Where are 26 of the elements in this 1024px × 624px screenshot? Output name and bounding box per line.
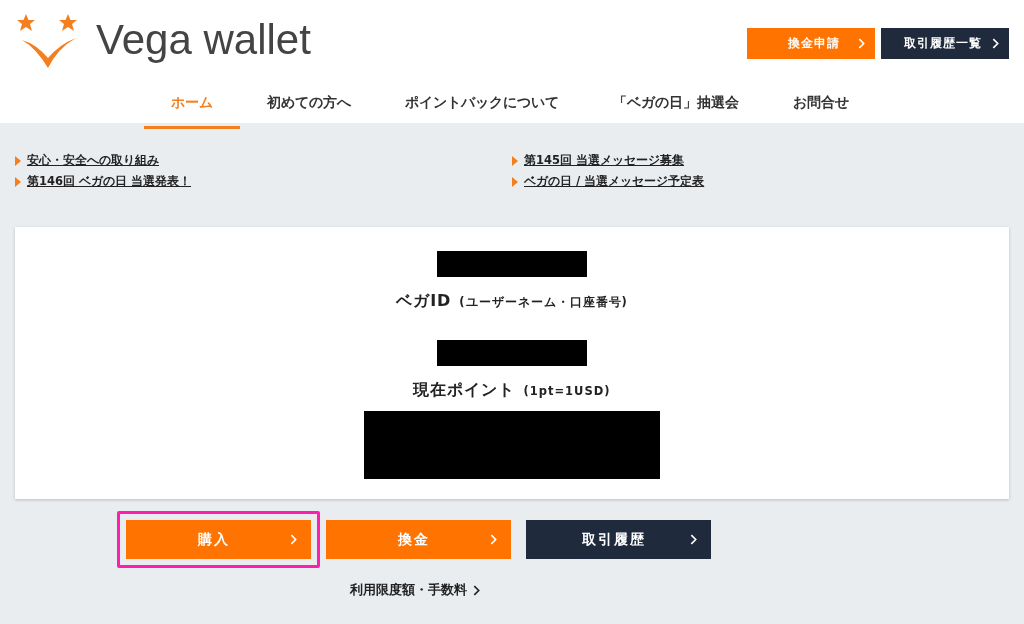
chevron-icon <box>290 534 297 545</box>
id-note: (ユーザーネーム・口座番号) <box>459 295 628 310</box>
nav-tab[interactable]: ポイントバックについて <box>378 86 586 129</box>
chevron-icon <box>690 534 697 545</box>
chevron-icon <box>992 38 999 49</box>
news-link[interactable]: ベガの日 / 当選メッセージ予定表 <box>524 174 705 189</box>
nav-tab[interactable]: 初めての方へ <box>240 86 378 129</box>
logo-text: Vega wallet <box>96 16 311 64</box>
points-label: 現在ポイント <box>413 380 516 401</box>
chevron-icon <box>490 534 497 545</box>
fees-link[interactable]: 利用限度額・手数料 <box>305 582 525 599</box>
triangle-icon <box>15 155 21 166</box>
triangle-icon <box>512 155 518 166</box>
action-button[interactable]: 取引履歴 <box>526 520 711 559</box>
points-note: (1pt=1USD) <box>523 384 611 398</box>
news-link[interactable]: 第145回 当選メッセージ募集 <box>524 153 684 168</box>
chevron-icon <box>473 585 480 596</box>
chevron-icon <box>858 38 865 49</box>
news-link[interactable]: 安心・安全への取り組み <box>27 153 159 168</box>
id-label: ベガID <box>396 291 452 312</box>
triangle-icon <box>15 176 21 187</box>
nav-tab[interactable]: 「ベガの日」抽選会 <box>586 86 766 129</box>
header-button[interactable]: 取引履歴一覧 <box>881 28 1009 59</box>
triangle-icon <box>512 176 518 187</box>
nav-tab[interactable]: お問合せ <box>766 86 876 129</box>
news-link[interactable]: 第146回 ベガの日 当選発表！ <box>27 174 191 189</box>
